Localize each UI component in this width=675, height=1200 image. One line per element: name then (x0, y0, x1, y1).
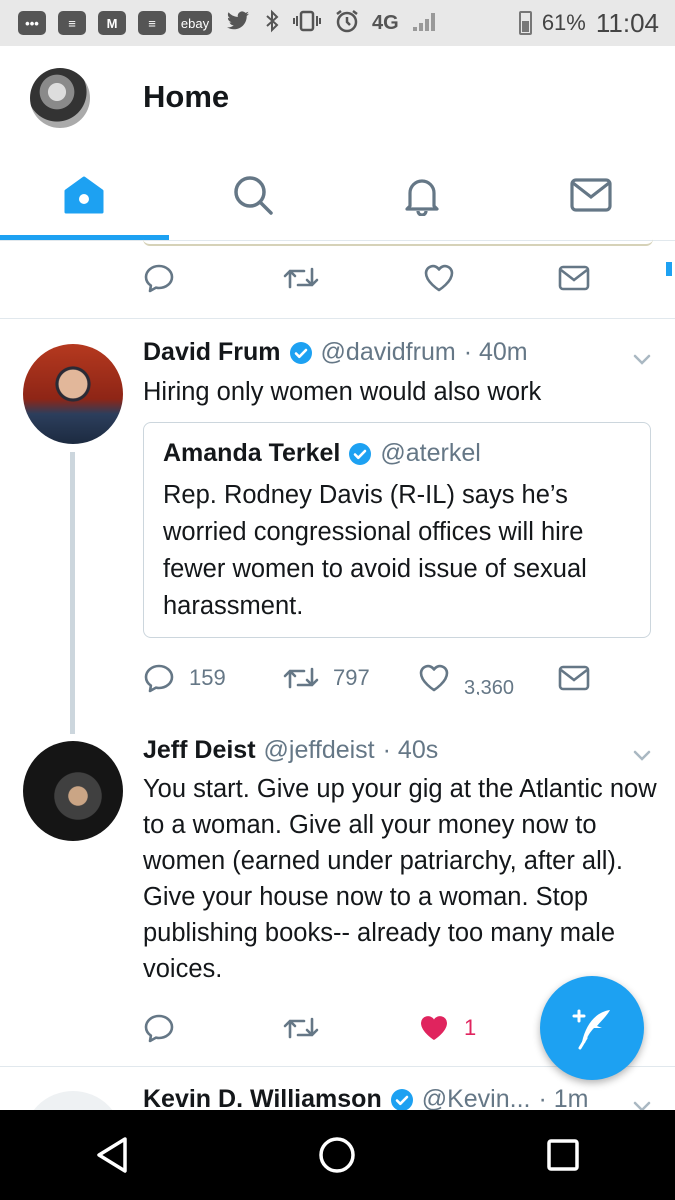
search-icon (234, 176, 273, 215)
page-title: Home (143, 79, 230, 114)
avatar[interactable] (23, 1091, 123, 1110)
tweet-header: Kevin D. Williamson @Kevin... · 1m (143, 1085, 588, 1110)
compose-tweet-button[interactable] (540, 976, 644, 1080)
display-name[interactable]: Jeff Deist (143, 736, 256, 765)
app-header: Home (0, 46, 675, 150)
like-count: 1 (464, 1015, 477, 1040)
display-name[interactable]: David Frum (143, 338, 281, 367)
tweet-actions: 1 (143, 1012, 503, 1044)
twitter-icon (224, 9, 252, 38)
bluetooth-icon (264, 9, 280, 38)
clock: 11:04 (595, 7, 659, 38)
reply-button[interactable] (143, 1012, 283, 1044)
flipboard-icon: ≡ (138, 11, 166, 35)
quote-text: Rep. Rodney Davis (R-IL) says he’s worri… (163, 481, 587, 620)
retweet-icon (283, 267, 319, 289)
avatar[interactable] (23, 741, 123, 841)
display-name[interactable]: Kevin D. Williamson (143, 1085, 382, 1110)
heart-icon (419, 664, 449, 692)
quoted-tweet[interactable]: Amanda Terkel @aterkel Rep. Rodney Davis… (143, 422, 651, 638)
tweet-actions: 159 797 3,360 (143, 662, 603, 695)
retweet-count: 797 (333, 665, 370, 690)
display-name: Amanda Terkel (163, 439, 341, 467)
verified-icon (349, 442, 372, 465)
dm-button[interactable] (558, 665, 590, 691)
tweet-header: David Frum @davidfrum · 40m (143, 338, 528, 367)
handle[interactable]: @jeffdeist (264, 736, 375, 765)
recents-icon[interactable] (545, 1137, 581, 1173)
ebay-icon: ebay (178, 11, 212, 35)
retweet-button[interactable] (283, 1013, 418, 1043)
like-button[interactable]: 3,360 (418, 663, 558, 695)
quote-header: Amanda Terkel @aterkel (163, 439, 481, 468)
mail-icon (558, 265, 590, 291)
more-icon: ••• (18, 11, 46, 35)
heart-icon (424, 264, 454, 292)
tweet-text: Hiring only women would also work (143, 378, 542, 406)
tab-home[interactable] (0, 150, 169, 240)
flipboard-icon: ≡ (58, 11, 86, 35)
reply-button[interactable]: 159 (143, 662, 283, 694)
handle[interactable]: @Kevin... (422, 1085, 531, 1110)
vibrate-icon (292, 9, 322, 38)
home-circle-icon[interactable] (317, 1135, 357, 1175)
reply-count: 159 (189, 665, 226, 690)
reply-icon (144, 1014, 174, 1043)
tab-messages[interactable] (506, 150, 675, 240)
like-button[interactable]: 1 (418, 1013, 476, 1043)
gmail-icon: M (98, 11, 126, 35)
alarm-icon (334, 8, 360, 39)
signal-icon (411, 9, 437, 38)
retweet-icon (283, 667, 319, 689)
handle: @aterkel (380, 439, 481, 467)
mail-icon (570, 178, 612, 212)
thread-line (70, 452, 75, 734)
system-nav-bar (0, 1110, 675, 1200)
bell-icon (405, 179, 439, 216)
tweet-text: You start. Give up your gig at the Atlan… (143, 775, 657, 983)
heart-filled-icon (421, 1016, 447, 1040)
like-button[interactable] (423, 263, 558, 293)
reply-icon (144, 264, 174, 293)
timestamp[interactable]: · 40m (464, 338, 528, 367)
back-icon[interactable] (94, 1135, 130, 1175)
handle[interactable]: @davidfrum (321, 338, 456, 367)
previous-card-edge (143, 239, 653, 246)
chevron-down-icon[interactable] (632, 1097, 652, 1110)
home-icon (64, 176, 104, 214)
battery-percent: 61% (541, 10, 586, 35)
lte-icon: 4G (372, 12, 399, 34)
tweet-header: Jeff Deist @jeffdeist · 40s (143, 736, 438, 765)
retweet-button[interactable]: 797 (283, 663, 418, 693)
retweet-icon (283, 1017, 319, 1039)
scrollbar[interactable] (666, 262, 672, 276)
tab-search[interactable] (169, 150, 338, 240)
avatar[interactable] (23, 344, 123, 444)
like-count: 3,360 (464, 677, 515, 695)
reply-button[interactable] (143, 262, 283, 294)
divider (0, 318, 675, 319)
tab-notifications[interactable] (338, 150, 507, 240)
timestamp[interactable]: · 40s (383, 736, 439, 765)
reply-icon (144, 664, 174, 693)
compose-quill-icon (572, 1009, 610, 1050)
tab-bar (0, 150, 675, 241)
chevron-down-icon[interactable] (632, 746, 652, 766)
profile-avatar[interactable] (30, 68, 90, 128)
tweet-actions (143, 262, 603, 294)
chevron-down-icon[interactable] (632, 350, 652, 370)
status-bar: ••• ≡ M ≡ ebay 4G 61% 11:04 (0, 0, 675, 46)
battery-icon (518, 11, 532, 35)
retweet-button[interactable] (283, 263, 423, 293)
timestamp[interactable]: · 1m (538, 1085, 588, 1110)
dm-button[interactable] (558, 265, 590, 291)
verified-icon (390, 1088, 413, 1110)
verified-icon (289, 341, 312, 364)
mail-icon (558, 665, 590, 691)
